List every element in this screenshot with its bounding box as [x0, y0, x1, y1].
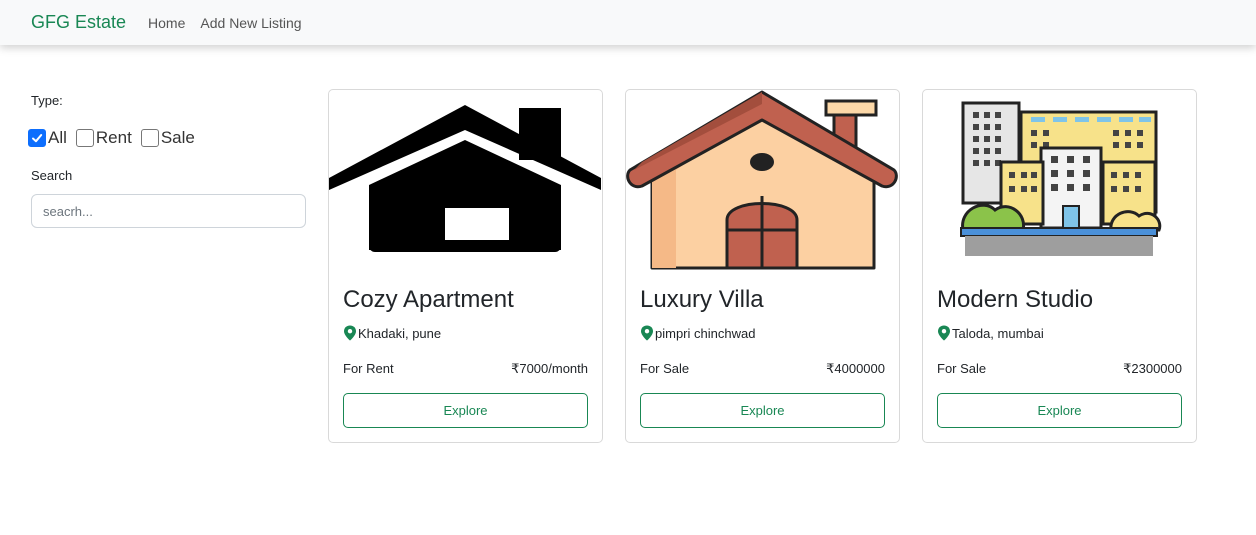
listing-title: Luxury Villa: [640, 286, 764, 313]
listing-location-text: pimpri chinchwad: [655, 325, 756, 341]
search-input[interactable]: [31, 194, 306, 228]
location-pin-icon: [641, 325, 653, 341]
brand-link[interactable]: GFG Estate: [31, 12, 126, 33]
checkbox-rent-box[interactable]: [75, 129, 94, 147]
explore-button[interactable]: Explore: [640, 393, 885, 428]
listing-card: Luxury Villa pimpri chinchwad For Sale ₹…: [625, 89, 900, 443]
navbar: GFG Estate Home Add New Listing: [0, 0, 1256, 45]
listing-location-text: Khadaki, pune: [358, 325, 442, 341]
nav-link-home[interactable]: Home: [148, 15, 185, 31]
city-buildings-icon: [923, 90, 1196, 273]
checkbox-sale-label: Sale: [160, 128, 195, 147]
checkbox-rent[interactable]: Rent: [75, 128, 132, 148]
house-black-icon: [329, 90, 602, 273]
type-checkbox-group: All Rent Sale: [28, 128, 204, 148]
listing-location: Taloda, mumbai: [937, 325, 1044, 341]
listing-price: ₹7000/month: [511, 361, 588, 376]
listing-location: pimpri chinchwad: [640, 325, 755, 341]
location-pin-icon: [344, 325, 356, 341]
listing-title: Cozy Apartment: [343, 286, 514, 313]
house-colored-icon: [626, 90, 899, 273]
checkbox-rent-label: Rent: [95, 128, 132, 147]
explore-button[interactable]: Explore: [343, 393, 588, 428]
listing-location-text: Taloda, mumbai: [952, 325, 1044, 341]
checkbox-all-box[interactable]: [28, 129, 46, 147]
listing-status: For Rent: [343, 361, 394, 376]
listing-location: Khadaki, pune: [343, 325, 441, 341]
listing-price: ₹4000000: [826, 361, 885, 376]
checkbox-sale[interactable]: Sale: [140, 128, 195, 148]
nav-link-add-listing[interactable]: Add New Listing: [200, 15, 301, 31]
listing-status: For Sale: [937, 361, 987, 376]
listing-title: Modern Studio: [937, 286, 1094, 313]
checkbox-all[interactable]: All: [28, 128, 67, 148]
type-label: Type:: [31, 93, 63, 108]
check-icon: [32, 134, 43, 143]
checkbox-sale-box[interactable]: [140, 129, 159, 147]
location-pin-icon: [938, 325, 950, 341]
listing-price: ₹2300000: [1123, 361, 1182, 376]
search-label: Search: [31, 168, 73, 183]
listing-card: Modern Studio Taloda, mumbai For Sale ₹2…: [922, 89, 1197, 443]
listing-status: For Sale: [640, 361, 690, 376]
explore-button[interactable]: Explore: [937, 393, 1182, 428]
checkbox-all-label: All: [48, 128, 67, 147]
listing-card: Cozy Apartment Khadaki, pune For Rent ₹7…: [328, 89, 603, 443]
